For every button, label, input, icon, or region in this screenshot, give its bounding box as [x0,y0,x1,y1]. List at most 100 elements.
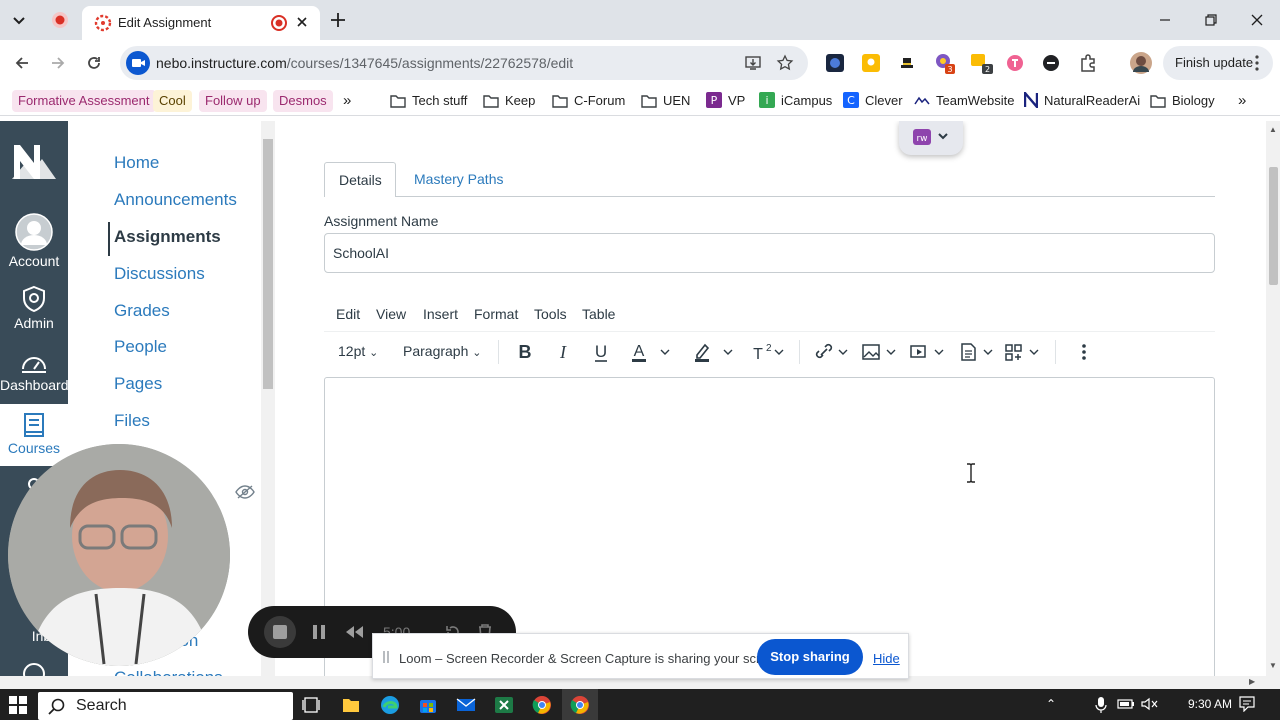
extension-link-icon[interactable] [1042,54,1060,72]
block-format-select[interactable]: Paragraph ⌄ [403,343,482,359]
page-scroll-thumb[interactable] [1269,167,1278,285]
apps-icon[interactable] [1004,341,1044,363]
menu-tools[interactable]: Tools [534,306,567,322]
bookmark-vp[interactable]: P VP [706,90,745,112]
bookmark-clever[interactable]: C Clever [843,90,903,112]
extension-pink-icon[interactable] [1006,54,1024,72]
hide-link[interactable]: Hide [873,651,900,666]
extension-folder-icon[interactable]: 2 [970,52,994,74]
italic-icon[interactable]: I [553,341,573,363]
reload-icon[interactable] [84,53,104,73]
tray-overflow-icon[interactable]: ⌃ [1046,697,1056,711]
global-nav-admin[interactable]: Admin [0,285,68,331]
highlight-color-icon[interactable] [692,341,736,363]
course-nav-people[interactable]: People [114,337,167,357]
bold-icon[interactable]: B [515,341,535,363]
extension-keep-icon[interactable] [862,54,880,72]
bookmarks-overflow-icon[interactable]: » [343,90,351,112]
menu-format[interactable]: Format [474,306,518,322]
tab-mastery-paths[interactable]: Mastery Paths [414,171,503,187]
battery-icon[interactable] [1117,698,1135,710]
camera-permission-icon[interactable] [126,51,150,75]
back-icon[interactable] [12,53,32,73]
drag-handle-icon[interactable] [383,650,389,664]
chrome-active-task[interactable] [562,689,598,720]
bookmark-tech-stuff[interactable]: Tech stuff [390,90,467,112]
institution-logo[interactable] [0,139,68,183]
store-icon[interactable] [418,695,438,715]
global-nav-account[interactable]: Account [0,213,68,269]
webcam-bubble[interactable] [8,444,230,666]
recording-tab-icon[interactable] [50,10,70,30]
bookmark-biology[interactable]: Biology [1150,90,1215,112]
install-app-icon[interactable] [744,54,762,72]
minimize-icon[interactable] [1155,10,1175,30]
menu-table[interactable]: Table [582,306,615,322]
menu-edit[interactable]: Edit [336,306,360,322]
course-nav-grades[interactable]: Grades [114,301,170,321]
forward-icon[interactable] [48,53,68,73]
bookmark-teamwebsite[interactable]: TeamWebsite [914,90,1015,112]
page-scrollbar[interactable]: ▲ ▼ [1266,121,1280,676]
tab-details[interactable]: Details [324,162,396,197]
text-color-icon[interactable]: A [629,341,673,363]
stop-sharing-button[interactable]: Stop sharing [757,639,863,675]
bookmark-icampus[interactable]: i iCampus [759,90,832,112]
bookmark-follow-up[interactable]: Follow up [199,90,267,112]
more-options-icon[interactable] [1075,341,1093,363]
close-window-icon[interactable] [1247,10,1267,30]
more-menu-icon[interactable] [1254,54,1260,72]
mail-icon[interactable] [456,695,476,715]
volume-muted-icon[interactable] [1141,697,1159,711]
global-nav-courses[interactable]: Courses [0,404,68,466]
bookmark-keep[interactable]: Keep [483,90,535,112]
superscript-icon[interactable]: T2 [749,341,789,363]
bookmark-formative-assessment[interactable]: Formative Assessment [12,90,156,112]
close-tab-icon[interactable] [294,14,310,30]
course-nav-discussions[interactable]: Discussions [114,264,205,284]
course-nav-home[interactable]: Home [114,153,159,173]
address-bar[interactable]: nebo.instructure.com/courses/1347645/ass… [120,46,808,80]
stop-recording-button[interactable] [264,616,296,648]
restore-icon[interactable] [1201,10,1221,30]
windows-start-icon[interactable] [9,696,27,714]
global-nav-dashboard[interactable]: Dashboard [0,349,69,393]
rewind-icon[interactable] [344,624,364,640]
edge-icon[interactable] [380,695,400,715]
media-icon[interactable] [909,341,949,363]
menu-insert[interactable]: Insert [423,306,458,322]
course-nav-pages[interactable]: Pages [114,374,162,394]
bookmark-c-forum[interactable]: C-Forum [552,90,625,112]
chrome-icon[interactable] [532,695,552,715]
menu-view[interactable]: View [376,306,406,322]
course-nav-assignments[interactable]: Assignments [114,227,221,247]
profile-avatar[interactable] [1130,52,1152,74]
image-icon[interactable] [861,341,901,363]
scroll-down-icon[interactable]: ▼ [1269,661,1277,670]
scroll-up-icon[interactable]: ▲ [1269,125,1277,134]
link-icon[interactable] [813,341,853,363]
course-nav-files[interactable]: Files [114,411,150,431]
tab-search-chevron-icon[interactable] [10,11,28,29]
bookmarks-more-icon[interactable]: » [1238,90,1246,112]
taskbar-clock[interactable]: 9:30 AM [1188,697,1232,711]
document-icon[interactable] [958,341,998,363]
extensions-puzzle-icon[interactable] [1078,53,1098,73]
notifications-icon[interactable] [1239,696,1255,712]
bookmark-naturalreaderai[interactable]: NaturalReaderAi [1024,90,1140,112]
bookmark-uen[interactable]: UEN [641,90,690,112]
underline-icon[interactable]: U [591,341,611,363]
new-tab-icon[interactable] [328,10,348,30]
bookmark-cool[interactable]: Cool [153,90,192,112]
scroll-right-icon[interactable]: ▶ [1249,677,1255,686]
task-view-icon[interactable] [302,696,320,714]
tab-edit-assignment[interactable]: Edit Assignment [82,6,320,40]
excel-icon[interactable] [494,695,514,715]
course-nav-announcements[interactable]: Announcements [114,190,237,210]
extension-hat-icon[interactable] [898,54,916,72]
readwrite-extension-button[interactable]: rw [899,121,963,155]
file-explorer-icon[interactable] [342,696,360,714]
bookmark-desmos[interactable]: Desmos [273,90,333,112]
assignment-name-input[interactable]: SchoolAI [324,233,1215,273]
bookmark-star-icon[interactable] [776,54,794,72]
